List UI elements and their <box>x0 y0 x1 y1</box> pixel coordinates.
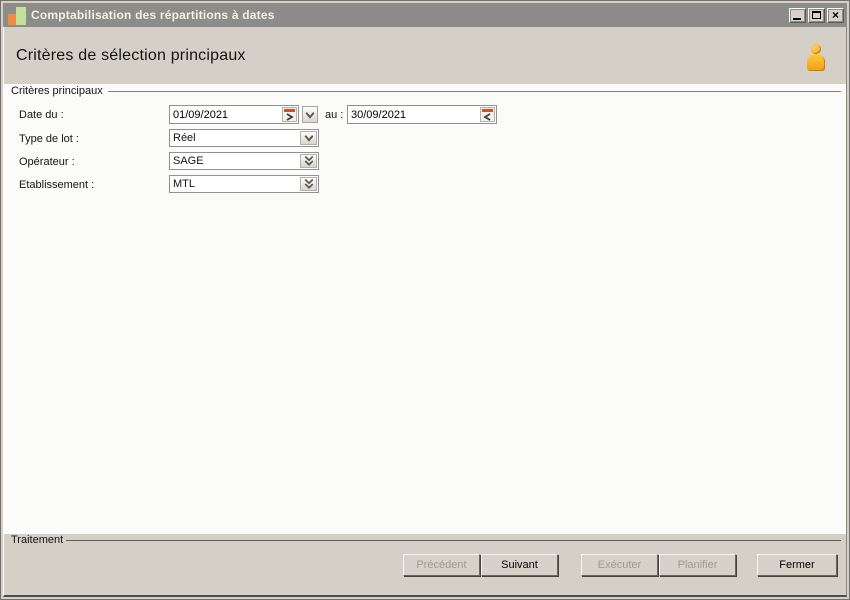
minimize-icon <box>793 17 801 20</box>
window-body: Critères de sélection principaux Critère… <box>3 27 847 597</box>
next-button[interactable]: Suivant <box>481 554 558 576</box>
criteria-panel: Critères principaux Date du : au : <box>4 84 846 534</box>
window-title: Comptabilisation des répartitions à date… <box>31 8 275 22</box>
criteria-group-label: Critères principaux <box>11 85 103 97</box>
establishment-value: MTL <box>173 178 195 190</box>
lot-type-dropdown-button[interactable] <box>300 131 317 145</box>
page-title: Critères de sélection principaux <box>16 46 246 64</box>
operator-combobox[interactable]: SAGE <box>169 152 319 170</box>
establishment-combobox[interactable]: MTL <box>169 175 319 193</box>
fermer-button[interactable]: Fermer <box>757 554 837 576</box>
lot-type-label: Type de lot : <box>19 133 79 145</box>
logo-green-bar <box>16 6 26 25</box>
app-logo-icon <box>8 6 26 25</box>
establishment-dropdown-button[interactable] <box>300 177 317 191</box>
date-to-label: au : <box>325 109 344 121</box>
operator-label: Opérateur : <box>19 156 75 168</box>
date-to-input[interactable] <box>348 106 496 123</box>
execute-button[interactable]: Exécuter <box>581 554 658 576</box>
lot-type-value: Réel <box>173 132 196 144</box>
lot-type-combobox[interactable]: Réel <box>169 129 319 147</box>
chevron-down-icon <box>304 135 313 142</box>
user-person-icon <box>806 43 826 72</box>
double-chevron-down-icon <box>304 178 313 189</box>
double-chevron-down-icon <box>304 155 313 166</box>
previous-button[interactable]: Précédent <box>403 554 480 576</box>
title-bar: Comptabilisation des répartitions à date… <box>3 3 847 27</box>
maximize-button[interactable] <box>808 7 825 23</box>
establishment-label: Etablissement : <box>19 179 95 191</box>
minimize-button[interactable] <box>789 7 806 23</box>
date-from-field <box>169 105 299 124</box>
action-bar: Traitement Précédent Suivant Exécuter Pl… <box>4 534 846 595</box>
date-to-picker-icon[interactable] <box>480 107 495 122</box>
app-window: Comptabilisation des répartitions à date… <box>0 0 850 600</box>
treatment-group-rule <box>66 540 841 541</box>
schedule-button[interactable]: Planifier <box>659 554 736 576</box>
maximize-icon <box>812 10 821 19</box>
criteria-group-rule <box>108 91 841 92</box>
date-from-label: Date du : <box>19 109 64 121</box>
close-button[interactable]: × <box>827 7 844 23</box>
date-from-input[interactable] <box>170 106 298 123</box>
date-to-field <box>347 105 497 124</box>
date-from-dropdown-button[interactable] <box>302 106 318 123</box>
window-controls: × <box>787 7 844 23</box>
date-from-picker-icon[interactable] <box>282 107 297 122</box>
logo-orange-bar <box>8 13 16 25</box>
page-header: Critères de sélection principaux <box>4 27 846 84</box>
operator-dropdown-button[interactable] <box>300 154 317 168</box>
treatment-group-label: Traitement <box>11 534 64 546</box>
operator-value: SAGE <box>173 155 204 167</box>
chevron-down-icon <box>305 111 315 119</box>
